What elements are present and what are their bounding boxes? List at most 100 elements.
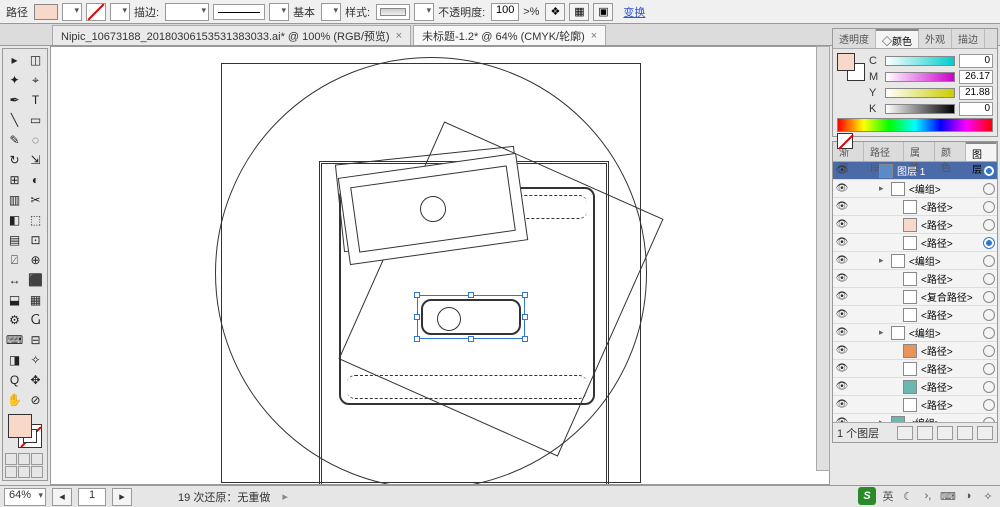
mode-btn-0[interactable] xyxy=(5,453,17,465)
slider-value[interactable]: 26.17 xyxy=(959,70,993,84)
tool-13[interactable]: ◐ xyxy=(25,170,46,190)
stroke-profile[interactable] xyxy=(213,4,265,20)
layer-row[interactable]: 👁<路径> xyxy=(833,306,997,324)
layer-row[interactable]: 👁<路径> xyxy=(833,198,997,216)
fill-stroke-control[interactable] xyxy=(6,412,44,450)
canvas[interactable] xyxy=(50,46,830,485)
fill-stroke-proxy[interactable] xyxy=(837,53,865,81)
handle-b[interactable] xyxy=(468,336,474,342)
tool-16[interactable]: ◧ xyxy=(4,210,25,230)
tool-31[interactable]: ✧ xyxy=(25,350,46,370)
tool-25[interactable]: ▦ xyxy=(25,290,46,310)
doc-tab-2[interactable]: 未标题-1.2* @ 64% (CMYK/轮廓) × xyxy=(413,25,606,45)
tool-33[interactable]: ✥ xyxy=(25,370,46,390)
tool-5[interactable]: T xyxy=(25,90,46,110)
style-dd[interactable] xyxy=(414,3,434,21)
layer-row[interactable]: 👁▸<编组> xyxy=(833,414,997,422)
tool-30[interactable]: ◨ xyxy=(4,350,25,370)
tool-26[interactable]: ⚙ xyxy=(4,310,25,330)
tool-0[interactable]: ▸ xyxy=(4,50,25,70)
visibility-icon[interactable]: 👁 xyxy=(835,399,849,410)
twist-icon[interactable]: ▸ xyxy=(867,165,877,176)
target-icon[interactable] xyxy=(983,237,995,249)
visibility-icon[interactable]: 👁 xyxy=(835,417,849,422)
opacity-input[interactable]: 100 xyxy=(491,3,519,21)
target-icon[interactable] xyxy=(983,417,995,423)
twist-icon[interactable]: ▸ xyxy=(879,327,889,338)
tool-14[interactable]: ▥ xyxy=(4,190,25,210)
visibility-icon[interactable]: 👁 xyxy=(835,381,849,392)
visibility-icon[interactable]: 👁 xyxy=(835,201,849,212)
layer-row[interactable]: 👁<路径> xyxy=(833,270,997,288)
slider-track[interactable] xyxy=(885,104,955,114)
tool-8[interactable]: ✎ xyxy=(4,130,25,150)
tab-appearance[interactable]: 外观 xyxy=(919,29,952,48)
spectrum-bar[interactable] xyxy=(837,118,993,132)
tool-17[interactable]: ⬚ xyxy=(25,210,46,230)
tab-pathseg[interactable]: 路径段 xyxy=(864,142,904,161)
layer-row[interactable]: 👁<路径> xyxy=(833,342,997,360)
tool-24[interactable]: ⬓ xyxy=(4,290,25,310)
fill-swatch[interactable] xyxy=(8,414,32,438)
handle-tl[interactable] xyxy=(414,292,420,298)
handle-br[interactable] xyxy=(522,336,528,342)
stroke-dropdown[interactable] xyxy=(110,3,130,21)
visibility-icon[interactable]: 👁 xyxy=(835,219,849,230)
visibility-icon[interactable]: 👁 xyxy=(835,327,849,338)
zoom-dropdown[interactable]: 64% xyxy=(4,488,46,506)
recolor-icon[interactable]: ❖ xyxy=(545,3,565,21)
scrollbar-vertical[interactable] xyxy=(816,46,830,471)
mode-btn-1[interactable] xyxy=(18,453,30,465)
target-icon[interactable] xyxy=(983,183,995,195)
twist-icon[interactable]: ▸ xyxy=(879,255,889,266)
tool-9[interactable]: ◌ xyxy=(25,130,46,150)
tool-3[interactable]: ⌖ xyxy=(25,70,46,90)
ime-keyboard-icon[interactable]: ⌨ xyxy=(940,488,956,504)
none-color-icon[interactable] xyxy=(837,133,853,149)
fill-proxy[interactable] xyxy=(837,53,855,71)
layer-row[interactable]: 👁<路径> xyxy=(833,360,997,378)
target-icon[interactable] xyxy=(983,165,995,177)
tool-34[interactable]: ✋ xyxy=(4,390,25,410)
slider-track[interactable] xyxy=(885,88,955,98)
tab-color[interactable]: ◇颜色 xyxy=(876,29,919,48)
ime-skin-icon[interactable]: ◑ xyxy=(960,488,976,504)
layer-row[interactable]: 👁▸<编组> xyxy=(833,252,997,270)
target-icon[interactable] xyxy=(983,363,995,375)
tool-27[interactable]: Ⴚ xyxy=(25,310,46,330)
close-icon[interactable]: × xyxy=(591,30,597,42)
slider-value[interactable]: 0 xyxy=(959,54,993,68)
tab-attr[interactable]: 属性 xyxy=(904,142,935,161)
visibility-icon[interactable]: 👁 xyxy=(835,345,849,356)
ime-moon-icon[interactable]: ☾ xyxy=(900,488,916,504)
mode-btn-4[interactable] xyxy=(18,466,30,478)
tool-35[interactable]: ⊘ xyxy=(25,390,46,410)
visibility-icon[interactable]: 👁 xyxy=(835,291,849,302)
handle-l[interactable] xyxy=(414,314,420,320)
mode-btn-3[interactable] xyxy=(5,466,17,478)
doc-tab-1[interactable]: Nipic_10673188_20180306153531383033.ai* … xyxy=(52,25,411,45)
target-icon[interactable] xyxy=(983,273,995,285)
tool-28[interactable]: ⌨ xyxy=(4,330,25,350)
visibility-icon[interactable]: 👁 xyxy=(835,309,849,320)
tool-15[interactable]: ✂ xyxy=(25,190,46,210)
layer-row[interactable]: 👁▸<编组> xyxy=(833,180,997,198)
page-input[interactable]: 1 xyxy=(78,488,106,506)
tool-11[interactable]: ⇲ xyxy=(25,150,46,170)
align-icon[interactable]: ▦ xyxy=(569,3,589,21)
layer-row[interactable]: 👁<路径> xyxy=(833,234,997,252)
stroke-weight[interactable] xyxy=(165,3,209,21)
new-sublayer-icon[interactable] xyxy=(937,426,953,440)
visibility-icon[interactable]: 👁 xyxy=(835,363,849,374)
tool-20[interactable]: ⍁ xyxy=(4,250,25,270)
tab-colors[interactable]: 颜色 xyxy=(935,142,966,161)
fill-swatch[interactable] xyxy=(34,4,58,20)
target-icon[interactable] xyxy=(983,219,995,231)
target-icon[interactable] xyxy=(983,381,995,393)
no-stroke-icon[interactable] xyxy=(86,3,106,21)
tool-6[interactable]: ╲ xyxy=(4,110,25,130)
tool-1[interactable]: ◫ xyxy=(25,50,46,70)
style-sample[interactable] xyxy=(376,4,410,20)
tool-21[interactable]: ⊕ xyxy=(25,250,46,270)
tool-29[interactable]: ⊟ xyxy=(25,330,46,350)
